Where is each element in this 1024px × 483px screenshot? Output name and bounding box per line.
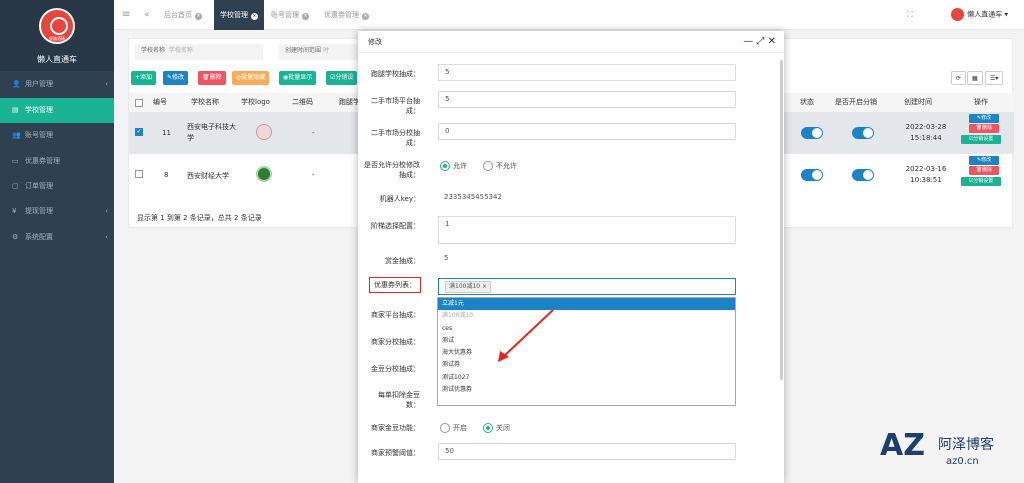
arrow-line xyxy=(502,309,554,358)
watermark-name: 阿泽博客 xyxy=(938,437,994,453)
watermark-logo: AZ xyxy=(880,428,925,463)
watermark-url: az0.cn xyxy=(946,456,979,467)
annotation-arrow xyxy=(498,309,554,362)
watermark: AZ 阿泽博客 az0.cn xyxy=(880,428,1020,478)
